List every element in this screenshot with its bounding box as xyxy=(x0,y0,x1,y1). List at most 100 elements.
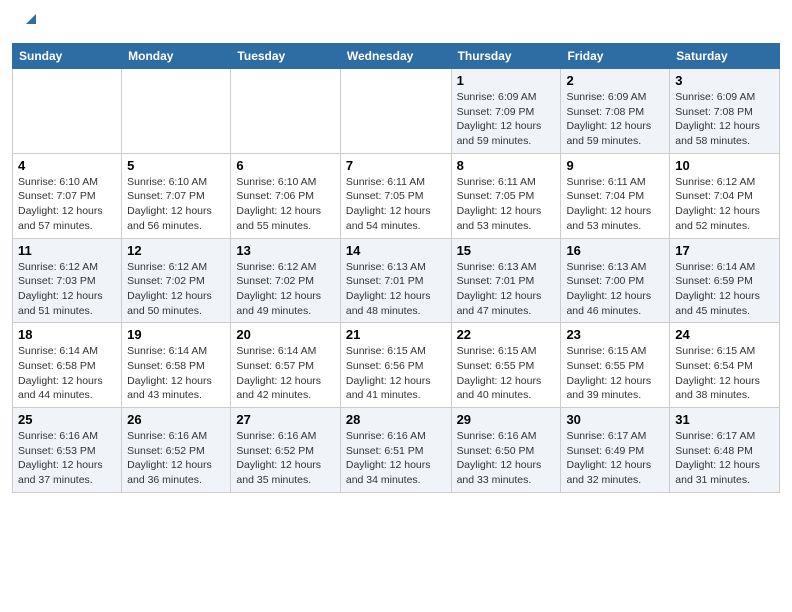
day-number: 5 xyxy=(127,158,225,173)
col-header-friday: Friday xyxy=(561,44,670,69)
calendar-cell: 6 Sunrise: 6:10 AM Sunset: 7:06 PM Daylig… xyxy=(231,153,340,238)
day-number: 26 xyxy=(127,412,225,427)
day-number: 14 xyxy=(346,243,446,258)
day-info: Sunrise: 6:14 AM Sunset: 6:58 PM Dayligh… xyxy=(127,344,225,403)
calendar-cell: 25 Sunrise: 6:16 AM Sunset: 6:53 PM Dayli… xyxy=(13,408,122,493)
calendar-cell: 17 Sunrise: 6:14 AM Sunset: 6:59 PM Dayli… xyxy=(670,238,780,323)
day-info: Sunrise: 6:12 AM Sunset: 7:02 PM Dayligh… xyxy=(127,260,225,319)
calendar-week-2: 4 Sunrise: 6:10 AM Sunset: 7:07 PM Daylig… xyxy=(13,153,780,238)
calendar-cell: 11 Sunrise: 6:12 AM Sunset: 7:03 PM Dayli… xyxy=(13,238,122,323)
calendar-cell: 31 Sunrise: 6:17 AM Sunset: 6:48 PM Dayli… xyxy=(670,408,780,493)
day-number: 6 xyxy=(236,158,334,173)
logo xyxy=(20,10,40,33)
calendar-cell: 5 Sunrise: 6:10 AM Sunset: 7:07 PM Daylig… xyxy=(122,153,231,238)
day-number: 10 xyxy=(675,158,774,173)
day-info: Sunrise: 6:17 AM Sunset: 6:48 PM Dayligh… xyxy=(675,429,774,488)
calendar-cell: 9 Sunrise: 6:11 AM Sunset: 7:04 PM Daylig… xyxy=(561,153,670,238)
calendar-cell: 30 Sunrise: 6:17 AM Sunset: 6:49 PM Dayli… xyxy=(561,408,670,493)
day-info: Sunrise: 6:12 AM Sunset: 7:03 PM Dayligh… xyxy=(18,260,116,319)
day-number: 4 xyxy=(18,158,116,173)
day-info: Sunrise: 6:09 AM Sunset: 7:08 PM Dayligh… xyxy=(675,90,774,149)
calendar-cell: 7 Sunrise: 6:11 AM Sunset: 7:05 PM Daylig… xyxy=(340,153,451,238)
day-info: Sunrise: 6:12 AM Sunset: 7:04 PM Dayligh… xyxy=(675,175,774,234)
logo-icon xyxy=(22,10,40,33)
day-info: Sunrise: 6:13 AM Sunset: 7:00 PM Dayligh… xyxy=(566,260,664,319)
calendar-cell: 15Sunrise: 6:13 AM Sunset: 7:01 PM Dayli… xyxy=(451,238,561,323)
day-number: 23 xyxy=(566,327,664,342)
calendar-cell: 21 Sunrise: 6:15 AM Sunset: 6:56 PM Dayli… xyxy=(340,323,451,408)
calendar-cell: 4Sunrise: 6:10 AM Sunset: 7:07 PM Daylig… xyxy=(13,153,122,238)
calendar-cell: 20Sunrise: 6:14 AM Sunset: 6:57 PM Dayli… xyxy=(231,323,340,408)
day-number: 13 xyxy=(236,243,334,258)
calendar-cell: 1 Sunrise: 6:09 AM Sunset: 7:09 PM Daylig… xyxy=(451,69,561,154)
calendar-cell: 3 Sunrise: 6:09 AM Sunset: 7:08 PM Daylig… xyxy=(670,69,780,154)
day-number: 24 xyxy=(675,327,774,342)
col-header-monday: Monday xyxy=(122,44,231,69)
day-info: Sunrise: 6:10 AM Sunset: 7:06 PM Dayligh… xyxy=(236,175,334,234)
day-number: 19 xyxy=(127,327,225,342)
day-info: Sunrise: 6:11 AM Sunset: 7:05 PM Dayligh… xyxy=(346,175,446,234)
day-info: Sunrise: 6:17 AM Sunset: 6:49 PM Dayligh… xyxy=(566,429,664,488)
calendar-cell: 2 Sunrise: 6:09 AM Sunset: 7:08 PM Daylig… xyxy=(561,69,670,154)
day-number: 25 xyxy=(18,412,116,427)
page-header xyxy=(0,0,792,35)
col-header-sunday: Sunday xyxy=(13,44,122,69)
calendar-cell xyxy=(13,69,122,154)
day-number: 3 xyxy=(675,73,774,88)
calendar-cell: 29 Sunrise: 6:16 AM Sunset: 6:50 PM Dayli… xyxy=(451,408,561,493)
day-number: 31 xyxy=(675,412,774,427)
day-number: 17 xyxy=(675,243,774,258)
day-info: Sunrise: 6:16 AM Sunset: 6:52 PM Dayligh… xyxy=(127,429,225,488)
calendar-cell: 14 Sunrise: 6:13 AM Sunset: 7:01 PM Dayli… xyxy=(340,238,451,323)
day-number: 11 xyxy=(18,243,116,258)
calendar-cell: 12 Sunrise: 6:12 AM Sunset: 7:02 PM Dayli… xyxy=(122,238,231,323)
day-info: Sunrise: 6:16 AM Sunset: 6:50 PM Dayligh… xyxy=(457,429,556,488)
day-info: Sunrise: 6:13 AM Sunset: 7:01 PM Dayligh… xyxy=(346,260,446,319)
calendar-week-4: 18 Sunrise: 6:14 AM Sunset: 6:58 PM Dayli… xyxy=(13,323,780,408)
calendar-cell: 19 Sunrise: 6:14 AM Sunset: 6:58 PM Dayli… xyxy=(122,323,231,408)
col-header-thursday: Thursday xyxy=(451,44,561,69)
calendar-cell xyxy=(122,69,231,154)
day-info: Sunrise: 6:14 AM Sunset: 6:59 PM Dayligh… xyxy=(675,260,774,319)
day-number: 29 xyxy=(457,412,556,427)
day-info: Sunrise: 6:13 AM Sunset: 7:01 PM Dayligh… xyxy=(457,260,556,319)
day-number: 30 xyxy=(566,412,664,427)
calendar-cell: 24 Sunrise: 6:15 AM Sunset: 6:54 PM Dayli… xyxy=(670,323,780,408)
day-info: Sunrise: 6:15 AM Sunset: 6:55 PM Dayligh… xyxy=(457,344,556,403)
day-info: Sunrise: 6:16 AM Sunset: 6:52 PM Dayligh… xyxy=(236,429,334,488)
day-number: 9 xyxy=(566,158,664,173)
day-number: 2 xyxy=(566,73,664,88)
calendar-cell: 16 Sunrise: 6:13 AM Sunset: 7:00 PM Dayli… xyxy=(561,238,670,323)
calendar-cell xyxy=(340,69,451,154)
day-info: Sunrise: 6:10 AM Sunset: 7:07 PM Dayligh… xyxy=(127,175,225,234)
day-info: Sunrise: 6:16 AM Sunset: 6:51 PM Dayligh… xyxy=(346,429,446,488)
day-number: 1 xyxy=(457,73,556,88)
calendar-week-5: 25 Sunrise: 6:16 AM Sunset: 6:53 PM Dayli… xyxy=(13,408,780,493)
day-number: 18 xyxy=(18,327,116,342)
calendar-cell: 10 Sunrise: 6:12 AM Sunset: 7:04 PM Dayli… xyxy=(670,153,780,238)
day-info: Sunrise: 6:14 AM Sunset: 6:58 PM Dayligh… xyxy=(18,344,116,403)
day-info: Sunrise: 6:09 AM Sunset: 7:08 PM Dayligh… xyxy=(566,90,664,149)
day-info: Sunrise: 6:12 AM Sunset: 7:02 PM Dayligh… xyxy=(236,260,334,319)
day-info: Sunrise: 6:09 AM Sunset: 7:09 PM Dayligh… xyxy=(457,90,556,149)
calendar-cell: 28 Sunrise: 6:16 AM Sunset: 6:51 PM Dayli… xyxy=(340,408,451,493)
calendar-cell: 26 Sunrise: 6:16 AM Sunset: 6:52 PM Dayli… xyxy=(122,408,231,493)
calendar-cell: 22Sunrise: 6:15 AM Sunset: 6:55 PM Dayli… xyxy=(451,323,561,408)
calendar-cell: 23 Sunrise: 6:15 AM Sunset: 6:55 PM Dayli… xyxy=(561,323,670,408)
day-info: Sunrise: 6:11 AM Sunset: 7:04 PM Dayligh… xyxy=(566,175,664,234)
day-number: 21 xyxy=(346,327,446,342)
day-info: Sunrise: 6:15 AM Sunset: 6:56 PM Dayligh… xyxy=(346,344,446,403)
calendar-cell: 27Sunrise: 6:16 AM Sunset: 6:52 PM Dayli… xyxy=(231,408,340,493)
day-info: Sunrise: 6:15 AM Sunset: 6:55 PM Dayligh… xyxy=(566,344,664,403)
calendar-cell: 13 Sunrise: 6:12 AM Sunset: 7:02 PM Dayli… xyxy=(231,238,340,323)
day-number: 7 xyxy=(346,158,446,173)
day-number: 8 xyxy=(457,158,556,173)
col-header-tuesday: Tuesday xyxy=(231,44,340,69)
day-info: Sunrise: 6:15 AM Sunset: 6:54 PM Dayligh… xyxy=(675,344,774,403)
day-number: 16 xyxy=(566,243,664,258)
day-number: 28 xyxy=(346,412,446,427)
day-number: 12 xyxy=(127,243,225,258)
calendar-week-3: 11 Sunrise: 6:12 AM Sunset: 7:03 PM Dayli… xyxy=(13,238,780,323)
day-number: 20 xyxy=(236,327,334,342)
day-info: Sunrise: 6:16 AM Sunset: 6:53 PM Dayligh… xyxy=(18,429,116,488)
